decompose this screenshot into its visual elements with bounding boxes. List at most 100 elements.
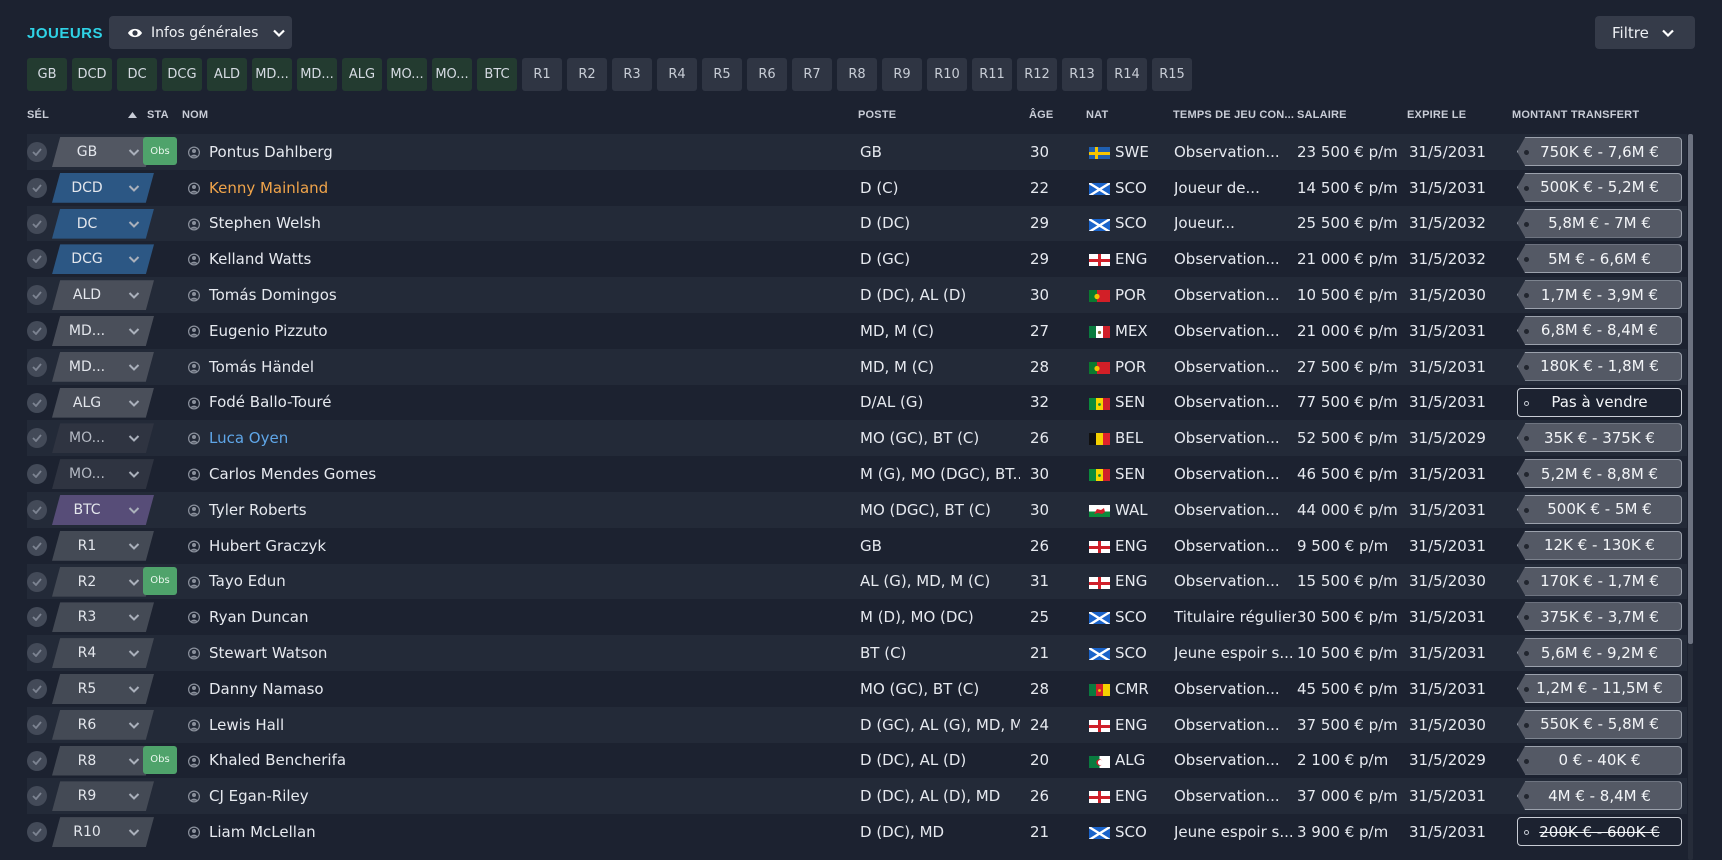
col-age[interactable]: ÂGE: [1029, 109, 1053, 121]
position-chip[interactable]: DCD: [72, 58, 112, 91]
player-name[interactable]: Kenny Mainland: [209, 170, 328, 206]
select-checkbox[interactable]: [27, 499, 47, 520]
player-name[interactable]: Danny Namaso: [209, 671, 324, 707]
transfer-value-badge[interactable]: 1,7M € - 3,9M €: [1517, 280, 1682, 310]
position-chip[interactable]: DCG: [162, 58, 202, 91]
player-name[interactable]: Carlos Mendes Gomes: [209, 456, 376, 492]
select-checkbox[interactable]: [27, 750, 47, 771]
role-selector[interactable]: R5: [52, 673, 154, 704]
role-selector[interactable]: R9: [52, 781, 154, 812]
transfer-value-badge[interactable]: 5M € - 6,6M €: [1517, 244, 1682, 274]
col-sta[interactable]: STA: [147, 109, 169, 121]
transfer-value-badge[interactable]: 1,2M € - 11,5M €: [1517, 673, 1682, 703]
transfer-value-badge[interactable]: 12K € - 130K €: [1517, 530, 1682, 560]
select-checkbox[interactable]: [27, 356, 47, 377]
position-chip[interactable]: MD...: [297, 58, 337, 91]
player-row[interactable]: MD... Tomás Händel MD, M (C) 28 POR Observati…: [27, 348, 1687, 385]
player-row[interactable]: DC Stephen Welsh D (DC) 29 SCO Joueur... 25 50…: [27, 205, 1687, 242]
position-chip[interactable]: R15: [1152, 58, 1192, 91]
transfer-value-badge[interactable]: 5,6M € - 9,2M €: [1517, 638, 1682, 668]
select-checkbox[interactable]: [27, 177, 47, 198]
player-row[interactable]: R4 Stewart Watson BT (C) 21 SCO Jeune espoir …: [27, 635, 1687, 671]
select-checkbox[interactable]: [27, 535, 47, 556]
player-name[interactable]: Kelland Watts: [209, 241, 311, 277]
transfer-value-badge[interactable]: 5,2M € - 8,8M €: [1517, 459, 1682, 489]
role-selector[interactable]: MD...: [52, 351, 154, 382]
player-name[interactable]: Tyler Roberts: [209, 492, 307, 528]
col-expire[interactable]: EXPIRE LE: [1407, 109, 1466, 121]
player-row[interactable]: R10 Liam McLellan D (DC), MD 21 SCO Jeune esp…: [27, 814, 1687, 850]
position-chip[interactable]: R1: [522, 58, 562, 91]
role-selector[interactable]: ALG: [52, 387, 154, 418]
position-chip[interactable]: DC: [117, 58, 157, 91]
transfer-value-badge[interactable]: 180K € - 1,8M €: [1517, 351, 1682, 381]
player-row[interactable]: DCD Kenny Mainland D (C) 22 SCO Joueur de... 1…: [27, 170, 1687, 206]
player-row[interactable]: ALD Tomás Domingos D (DC), AL (D) 30 POR Obse…: [27, 277, 1687, 313]
col-montant[interactable]: MONTANT TRANSFERT: [1512, 109, 1639, 121]
position-chip[interactable]: MO...: [387, 58, 427, 91]
transfer-value-badge[interactable]: 170K € - 1,7M €: [1517, 566, 1682, 596]
position-chip[interactable]: R10: [927, 58, 967, 91]
player-name[interactable]: Luca Oyen: [209, 420, 288, 456]
player-name[interactable]: Hubert Graczyk: [209, 528, 326, 564]
role-selector[interactable]: ALD: [52, 280, 154, 311]
player-name[interactable]: Stephen Welsh: [209, 206, 321, 242]
position-chip[interactable]: R5: [702, 58, 742, 91]
player-name[interactable]: Tomás Domingos: [209, 277, 337, 313]
position-chip[interactable]: R7: [792, 58, 832, 91]
position-chip[interactable]: R13: [1062, 58, 1102, 91]
transfer-value-badge[interactable]: 750K € - 7,6M €: [1517, 137, 1682, 166]
position-chip[interactable]: GB: [27, 58, 67, 91]
role-selector[interactable]: DCG: [52, 244, 154, 275]
transfer-value-badge[interactable]: 0 € - 40K €: [1517, 745, 1682, 775]
role-selector[interactable]: R8: [52, 745, 154, 776]
position-chip[interactable]: R11: [972, 58, 1012, 91]
select-checkbox[interactable]: [27, 678, 47, 699]
position-chip[interactable]: ALG: [342, 58, 382, 91]
transfer-value-badge[interactable]: 200K € - 600K €: [1517, 817, 1682, 847]
scrollbar-track[interactable]: [1688, 644, 1693, 860]
player-row[interactable]: R1 Hubert Graczyk GB 26 ENG Observation... 9 5…: [27, 528, 1687, 564]
sort-arrow-icon[interactable]: [128, 112, 137, 118]
select-checkbox[interactable]: [27, 571, 47, 592]
player-name[interactable]: Stewart Watson: [209, 635, 327, 671]
col-nat[interactable]: NAT: [1086, 109, 1108, 121]
role-selector[interactable]: R6: [52, 709, 154, 740]
player-row[interactable]: R5 Danny Namaso MO (GC), BT (C) 28 CMR Observ…: [27, 671, 1687, 707]
player-name[interactable]: Tayo Edun: [209, 564, 286, 600]
transfer-value-badge[interactable]: 500K € - 5M €: [1517, 494, 1682, 524]
select-checkbox[interactable]: [27, 428, 47, 449]
position-chip[interactable]: MD...: [252, 58, 292, 91]
role-selector[interactable]: MO...: [52, 459, 154, 490]
player-row[interactable]: ALG Fodé Ballo-Touré D/AL (G) 32 SEN Observat…: [27, 385, 1687, 421]
position-chip[interactable]: MO...: [432, 58, 472, 91]
position-chip[interactable]: R3: [612, 58, 652, 91]
position-chip[interactable]: R8: [837, 58, 877, 91]
col-sel[interactable]: SÉL: [27, 109, 49, 121]
player-name[interactable]: Eugenio Pizzuto: [209, 313, 328, 349]
transfer-value-badge[interactable]: 375K € - 3,7M €: [1517, 602, 1682, 632]
transfer-value-badge[interactable]: 35K € - 375K €: [1517, 423, 1682, 453]
player-name[interactable]: Ryan Duncan: [209, 599, 308, 635]
position-chip[interactable]: BTC: [477, 58, 517, 91]
player-name[interactable]: Lewis Hall: [209, 707, 284, 743]
player-row[interactable]: R9 CJ Egan-Riley D (DC), AL (D), MD 26 ENG Ob…: [27, 778, 1687, 815]
filter-button[interactable]: Filtre: [1595, 16, 1695, 49]
player-row[interactable]: MO... Luca Oyen MO (GC), BT (C) 26 BEL Observ…: [27, 420, 1687, 457]
scrollbar-thumb[interactable]: [1688, 134, 1693, 644]
view-selector-button[interactable]: Infos générales: [109, 16, 292, 49]
role-selector[interactable]: R4: [52, 638, 154, 669]
select-checkbox[interactable]: [27, 320, 47, 341]
role-selector[interactable]: R2: [52, 566, 154, 597]
player-row[interactable]: R2 Obs Tayo Edun AL (G), MD, M (C) 31 ENG Obse…: [27, 563, 1687, 600]
player-row[interactable]: BTC Tyler Roberts MO (DGC), BT (C) 30 WAL Obs…: [27, 491, 1687, 528]
role-selector[interactable]: GB: [52, 137, 154, 167]
player-row[interactable]: GB Obs Pontus Dahlberg GB 30 SWE Observation..…: [27, 134, 1687, 170]
role-selector[interactable]: DC: [52, 208, 154, 239]
transfer-value-badge[interactable]: 500K € - 5,2M €: [1517, 172, 1682, 202]
position-chip[interactable]: R2: [567, 58, 607, 91]
role-selector[interactable]: BTC: [52, 494, 154, 525]
player-row[interactable]: R3 Ryan Duncan M (D), MO (DC) 25 SCO Titulair…: [27, 599, 1687, 635]
role-selector[interactable]: R1: [52, 530, 154, 561]
col-poste[interactable]: POSTE: [858, 109, 896, 121]
